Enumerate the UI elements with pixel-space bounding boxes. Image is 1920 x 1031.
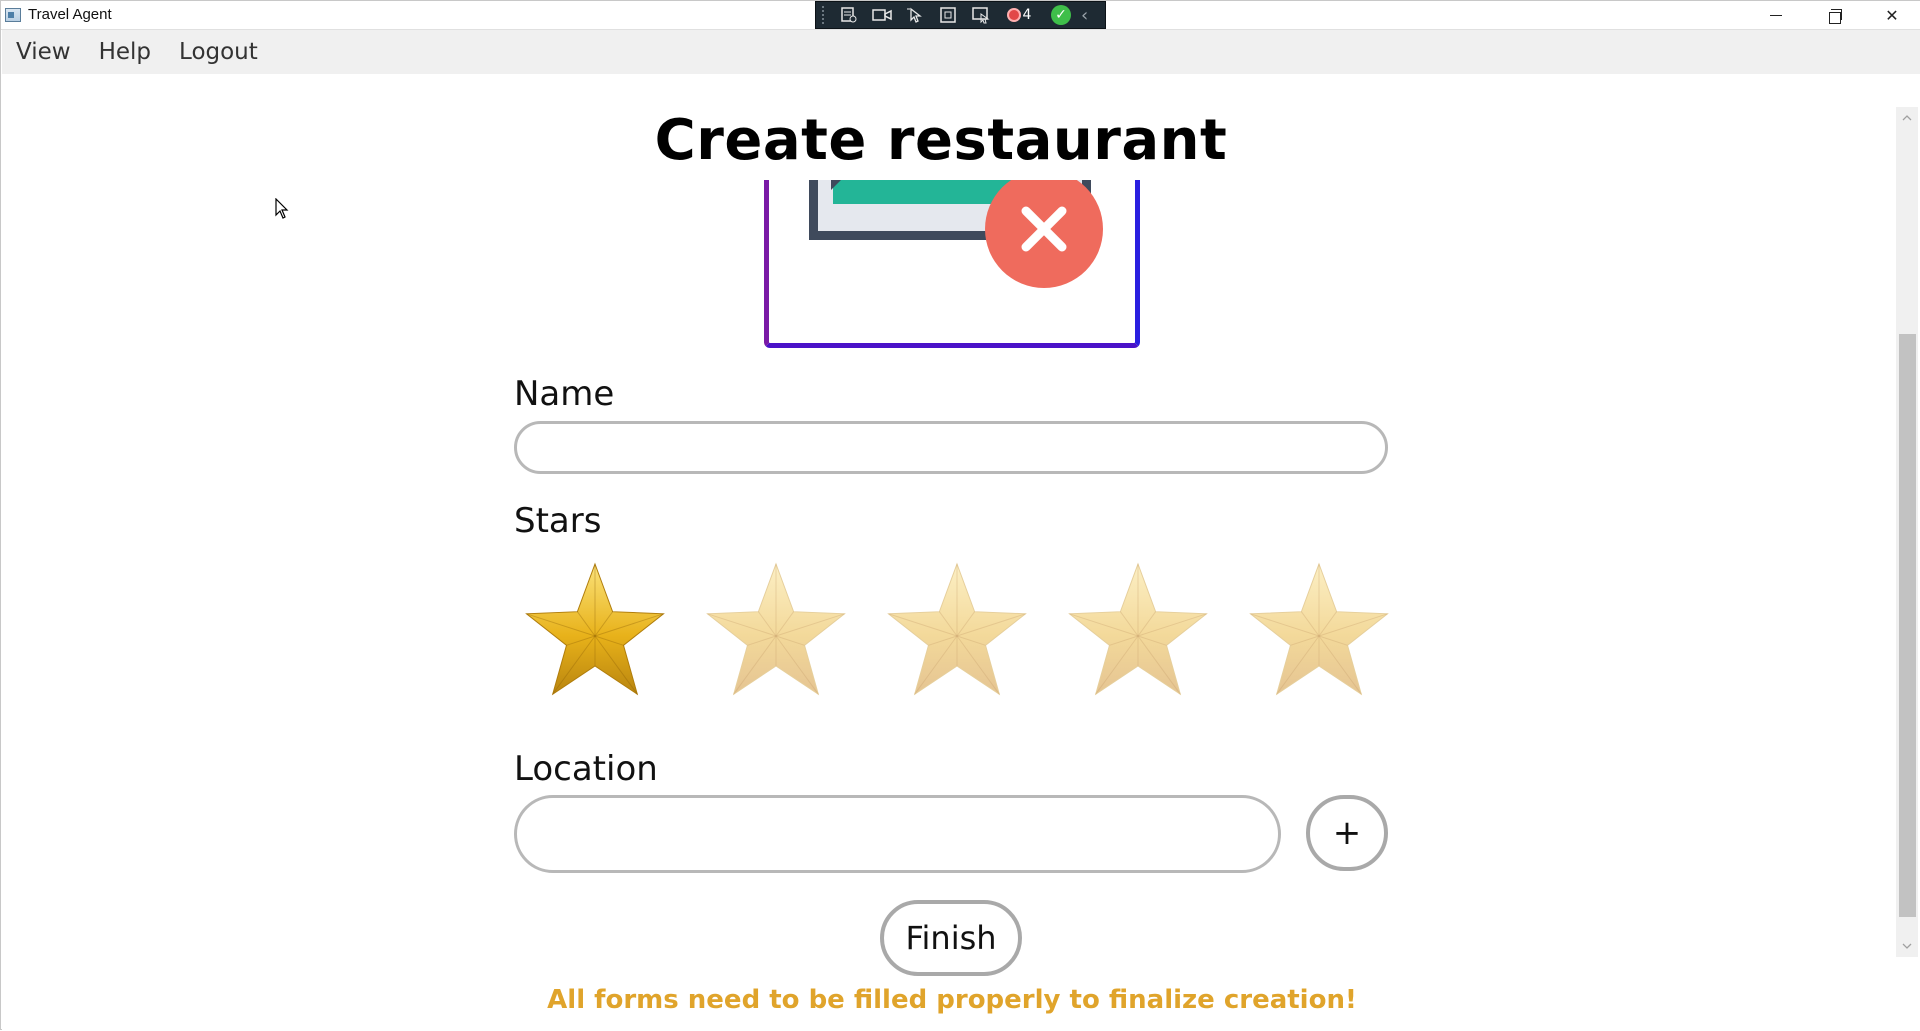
plus-icon: + (1332, 813, 1362, 853)
validation-message: All forms need to be filled properly to … (547, 985, 1357, 1015)
stars-label: Stars (514, 501, 602, 541)
scroll-down-icon[interactable] (1896, 935, 1918, 957)
window-controls: ✕ (1747, 1, 1920, 30)
window-select-icon[interactable] (964, 2, 997, 28)
finish-button[interactable]: Finish (880, 900, 1022, 976)
record-icon (1006, 8, 1021, 22)
star-icon[interactable] (1063, 558, 1213, 708)
menu-item-logout[interactable]: Logout (179, 39, 258, 65)
scrollbar-thumb[interactable] (1899, 334, 1916, 917)
close-icon (985, 180, 1103, 288)
window-title: Travel Agent (28, 6, 112, 23)
minimize-button[interactable] (1747, 1, 1805, 30)
star-rating[interactable] (520, 558, 1400, 708)
scroll-up-icon[interactable] (1896, 107, 1918, 129)
region-select-icon[interactable] (931, 2, 964, 28)
chevron-left-icon[interactable]: ‹ (1081, 5, 1088, 26)
name-input[interactable] (514, 421, 1388, 474)
pointer-select-icon[interactable] (898, 2, 931, 28)
mouse-cursor-icon (275, 198, 289, 219)
capture-settings-icon[interactable] (832, 2, 865, 28)
star-icon[interactable] (1244, 558, 1394, 708)
app-window: Travel Agent 4 ✓ ‹ ✕ View Help Logout Cr… (0, 0, 1920, 1031)
screen-capture-toolbar: 4 ✓ ‹ (815, 1, 1106, 29)
recording-count: 4 (1022, 7, 1032, 23)
title-bar: Travel Agent 4 ✓ ‹ ✕ (1, 1, 1920, 30)
add-location-button[interactable]: + (1306, 795, 1388, 871)
location-input[interactable] (514, 795, 1281, 873)
vertical-scrollbar[interactable] (1896, 107, 1918, 957)
restore-button[interactable] (1805, 1, 1863, 30)
menu-item-view[interactable]: View (16, 39, 71, 65)
video-camera-icon[interactable] (865, 2, 898, 28)
menu-item-help[interactable]: Help (99, 39, 151, 65)
app-icon (5, 8, 21, 22)
menu-bar: View Help Logout (2, 30, 1920, 74)
name-label: Name (514, 374, 615, 414)
star-icon[interactable] (882, 558, 1032, 708)
check-icon[interactable]: ✓ (1051, 5, 1071, 25)
page-title: Create restaurant (654, 108, 1228, 173)
location-label: Location (514, 749, 658, 789)
restaurant-image-placeholder[interactable] (764, 180, 1140, 348)
close-button[interactable]: ✕ (1863, 1, 1920, 30)
star-icon[interactable] (520, 558, 670, 708)
recording-indicator[interactable]: 4 (997, 7, 1041, 23)
toolbar-grip[interactable] (822, 6, 828, 24)
star-icon[interactable] (701, 558, 851, 708)
